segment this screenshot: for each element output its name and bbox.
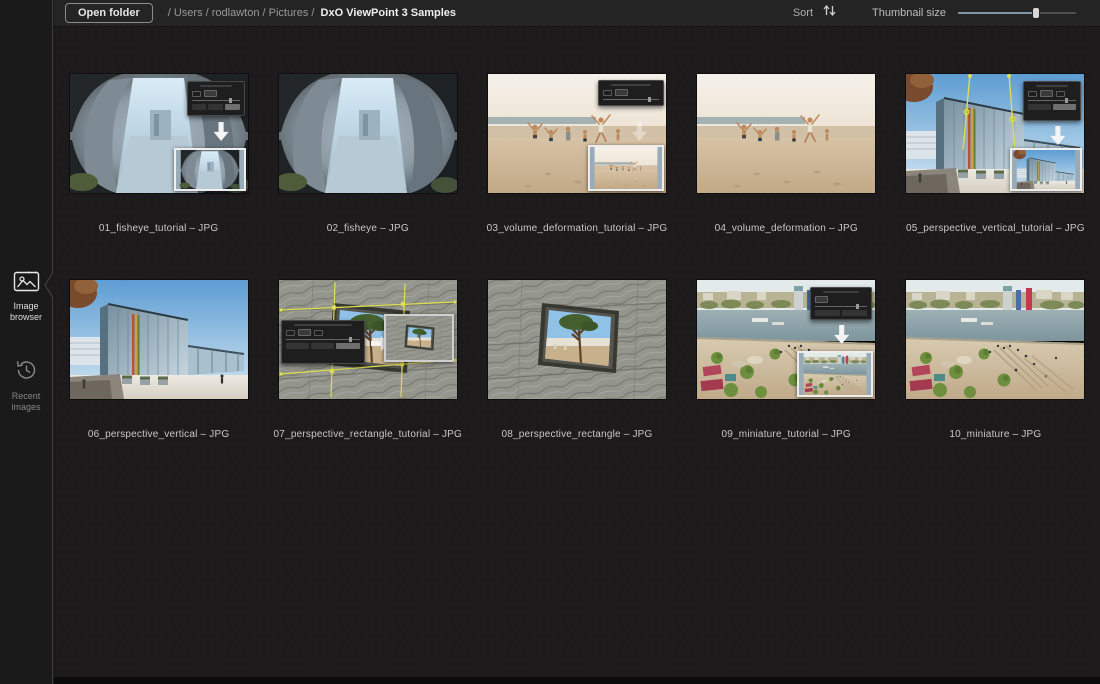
corrected-inset-art: [588, 145, 664, 191]
grid-cell: 08_perspective_rectangle – JPG: [472, 280, 681, 440]
image-caption: 09_miniature_tutorial – JPG: [722, 429, 851, 440]
dialog-buttons-art: [815, 310, 867, 316]
dialog-controls-art: [286, 329, 360, 336]
image-thumbnail[interactable]: [697, 280, 875, 399]
dialog-buttons-art: [1028, 104, 1076, 110]
image-icon: [13, 270, 40, 297]
slider-fill: [958, 12, 1036, 14]
toolbar-right-group: Sort Thumbnail size: [793, 4, 1076, 22]
grid-cell: 03_volume_deformation_tutorial – JPG: [472, 74, 681, 234]
grid-cell: 06_perspective_vertical – JPG: [54, 280, 263, 440]
dialog-controls-art: [1028, 90, 1076, 97]
image-thumbnail[interactable]: [906, 74, 1084, 193]
image-thumbnail[interactable]: [488, 74, 666, 193]
open-folder-button[interactable]: Open folder: [65, 3, 153, 23]
tutorial-dialog-art: [810, 287, 872, 320]
grid-cell: 04_volume_deformation – JPG: [682, 74, 891, 234]
thumbnail-grid: 01_fisheye_tutorial – JPG 02_fisheye – J…: [54, 27, 1100, 440]
dialog-buttons-art: [192, 104, 240, 110]
dialog-slider-art: [286, 339, 360, 340]
image-caption: 02_fisheye – JPG: [327, 223, 409, 234]
dialog-slider-art: [603, 99, 659, 100]
sidebar-item-label: Image browser: [0, 301, 52, 324]
tutorial-dialog-art: [187, 81, 245, 116]
image-thumbnail[interactable]: [279, 74, 457, 193]
image-caption: 07_perspective_rectangle_tutorial – JPG: [274, 429, 462, 440]
image-caption: 01_fisheye_tutorial – JPG: [99, 223, 219, 234]
tutorial-dialog-art: [281, 320, 365, 364]
image-caption: 03_volume_deformation_tutorial – JPG: [487, 223, 668, 234]
breadcrumb-current-folder: DxO ViewPoint 3 Samples: [321, 7, 457, 19]
image-thumbnail[interactable]: [70, 74, 248, 193]
image-thumbnail[interactable]: [279, 280, 457, 399]
toolbar: Open folder / Users / rodlawton / Pictur…: [54, 0, 1100, 27]
corrected-inset-art: [384, 314, 454, 362]
dialog-controls-art: [192, 90, 240, 97]
image-thumbnail[interactable]: [70, 280, 248, 399]
image-caption: 08_perspective_rectangle – JPG: [501, 429, 652, 440]
sort-arrows-icon[interactable]: [822, 4, 837, 22]
grid-cell: 05_perspective_vertical_tutorial – JPG: [891, 74, 1100, 234]
image-caption: 10_miniature – JPG: [949, 429, 1041, 440]
corrected-inset-art: [797, 351, 873, 397]
image-thumbnail[interactable]: [488, 280, 666, 399]
history-clock-icon: [14, 358, 38, 387]
sort-label: Sort: [793, 7, 813, 19]
image-caption: 05_perspective_vertical_tutorial – JPG: [906, 223, 1085, 234]
sidebar-item-recent-images[interactable]: Recent images: [0, 358, 52, 414]
grid-cell: 09_miniature_tutorial – JPG: [682, 280, 891, 440]
grid-cell: 07_perspective_rectangle_tutorial – JPG: [263, 280, 472, 440]
tutorial-dialog-art: [598, 80, 664, 106]
active-item-notch: [44, 272, 53, 298]
grid-cell: 10_miniature – JPG: [891, 280, 1100, 440]
sidebar: Image browser Recent images: [0, 0, 53, 684]
corrected-inset-art: [174, 148, 246, 191]
dialog-buttons-art: [286, 343, 360, 349]
image-browser-panel: 01_fisheye_tutorial – JPG 02_fisheye – J…: [54, 27, 1100, 684]
corrected-inset-art: [1010, 148, 1082, 191]
breadcrumb[interactable]: / Users / rodlawton / Pictures / DxO Vie…: [168, 7, 456, 19]
grid-cell: 02_fisheye – JPG: [263, 74, 472, 234]
grid-cell: 01_fisheye_tutorial – JPG: [54, 74, 263, 234]
image-thumbnail[interactable]: [697, 74, 875, 193]
dialog-title-art: [823, 291, 859, 293]
tutorial-dialog-art: [1023, 81, 1081, 121]
dialog-controls-art: [815, 296, 867, 303]
image-caption: 04_volume_deformation – JPG: [715, 223, 858, 234]
breadcrumb-path[interactable]: / Users / rodlawton / Pictures /: [168, 7, 315, 19]
dialog-title-art: [200, 85, 232, 87]
dialog-controls-art: [603, 89, 659, 96]
dialog-title-art: [294, 324, 352, 326]
image-thumbnail[interactable]: [906, 280, 1084, 399]
dialog-slider-art: [815, 306, 867, 307]
sidebar-item-label: Recent images: [0, 391, 52, 414]
dialog-slider-art: [1028, 100, 1076, 101]
thumbnail-size-label: Thumbnail size: [872, 7, 946, 19]
thumbnail-size-slider[interactable]: [958, 6, 1076, 20]
image-caption: 06_perspective_vertical – JPG: [88, 429, 229, 440]
bottom-edge-strip: [54, 677, 1100, 684]
dialog-slider-art: [192, 100, 240, 101]
dialog-title-art: [1036, 85, 1068, 87]
slider-handle[interactable]: [1032, 7, 1040, 19]
dialog-title-art: [611, 84, 651, 86]
